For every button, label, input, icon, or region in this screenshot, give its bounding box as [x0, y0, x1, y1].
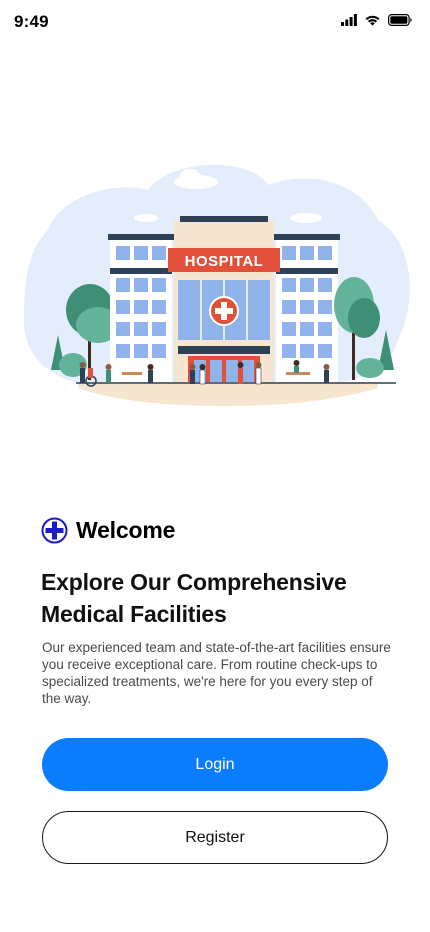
medical-cross-icon	[41, 517, 68, 544]
login-button[interactable]: Login	[42, 738, 388, 791]
hospital-sign: HOSPITAL	[185, 253, 264, 270]
page-headline: Explore Our Comprehensive Medical Facili…	[41, 569, 347, 627]
status-bar: 9:49	[0, 0, 430, 44]
register-button[interactable]: Register	[42, 811, 388, 864]
status-icons	[341, 14, 412, 26]
welcome-title: Welcome	[76, 517, 176, 543]
welcome-heading: Welcome	[41, 517, 175, 544]
page-description: Our experienced team and state-of-the-ar…	[42, 640, 391, 706]
wifi-icon	[365, 15, 380, 26]
battery-icon	[388, 14, 412, 26]
signal-icon	[341, 14, 357, 26]
hospital-illustration: HOSPITAL	[18, 160, 410, 410]
status-time: 9:49	[14, 12, 49, 31]
